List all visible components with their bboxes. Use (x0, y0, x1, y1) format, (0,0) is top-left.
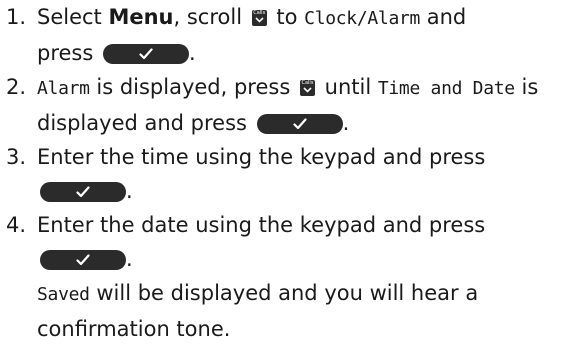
text: . (188, 41, 196, 65)
display-text: Time and Date (377, 78, 515, 99)
step-2: 2. Alarm is displayed, press Calls until… (0, 70, 578, 140)
text: is (514, 75, 539, 99)
key-label: Calls (253, 10, 266, 16)
text: Select (37, 5, 109, 29)
step-number: 2. (6, 75, 27, 99)
text: will be displayed and you will hear a (89, 281, 479, 305)
text: Enter the time using the keypad and pres… (37, 145, 486, 169)
text: . (342, 111, 350, 135)
instruction-steps: 1. Select Menu, scroll Calls to Clock/Al… (0, 0, 578, 346)
text: , scroll (173, 5, 249, 29)
ok-check-key-icon (102, 44, 189, 64)
step-number: 4. (6, 213, 27, 237)
display-text: Clock/Alarm (304, 8, 421, 29)
ok-check-key-icon (40, 250, 126, 270)
display-text: Saved (37, 284, 90, 305)
step-text: Alarm is displayed, press Calls until Ti… (37, 70, 578, 140)
text: and (420, 5, 467, 29)
calls-scroll-key-icon: Calls (299, 80, 315, 96)
key-label: Calls (301, 80, 314, 86)
text: . (126, 179, 133, 203)
calls-scroll-key-icon: Calls (251, 10, 267, 26)
step-1: 1. Select Menu, scroll Calls to Clock/Al… (0, 0, 578, 70)
step-text: Enter the time using the keypad and pres… (37, 140, 578, 208)
text: confirmation tone. (37, 317, 231, 341)
text: press (37, 41, 100, 65)
step-number: 1. (6, 5, 27, 29)
step-4: 4. Enter the date using the keypad and p… (0, 208, 578, 346)
text: Enter the date using the keypad and pres… (37, 213, 486, 237)
text: . (126, 247, 133, 271)
step-number: 3. (6, 145, 27, 169)
display-text: Alarm (37, 78, 90, 99)
text: until (317, 75, 378, 99)
ok-check-key-icon (256, 114, 343, 134)
menu-key-name: Menu (108, 5, 174, 29)
text: to (269, 5, 305, 29)
ok-check-key-icon (40, 182, 126, 202)
text: displayed and press (37, 111, 254, 135)
step-text: Select Menu, scroll Calls to Clock/Alarm… (37, 0, 578, 70)
text: is displayed, press (89, 75, 297, 99)
step-3: 3. Enter the time using the keypad and p… (0, 140, 578, 208)
step-text: Enter the date using the keypad and pres… (37, 208, 578, 346)
